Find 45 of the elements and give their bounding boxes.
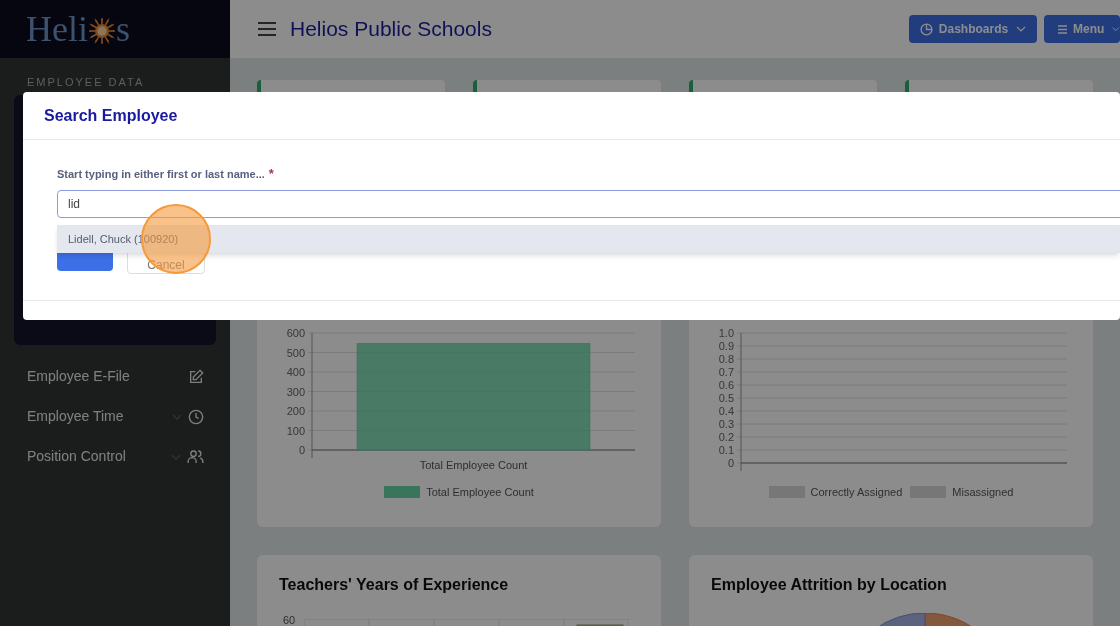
chevron-icon <box>1112 25 1120 33</box>
axis-label: 200 <box>286 405 305 417</box>
card-title: Employee Attrition by Location <box>711 575 947 595</box>
axis-label: 0.1 <box>718 444 734 456</box>
sidebar-item[interactable]: Employee E-File <box>0 356 230 397</box>
legend-label: Misassigned <box>952 485 1014 500</box>
required-mark: * <box>268 165 274 183</box>
field-label: Start typing in either first or last name... <box>57 166 265 182</box>
axis-label: 60 <box>283 613 296 626</box>
axis-label: 0.4 <box>718 405 734 417</box>
dashboards-button[interactable]: Dashboards <box>909 15 1037 43</box>
chevron-icon <box>1016 25 1027 33</box>
axis-label: 400 <box>286 366 305 378</box>
axis-label: 1.0 <box>718 327 734 339</box>
legend-label: Total Employee Count <box>426 485 534 500</box>
category-label: Total Employee Count <box>419 459 528 471</box>
axis-label: 0.2 <box>718 431 734 443</box>
menu-icon[interactable] <box>258 22 276 36</box>
modal-title: Search Employee <box>44 105 178 126</box>
menu-button[interactable]: Menu <box>1044 15 1120 43</box>
logo: Heli s <box>26 11 130 47</box>
list-icon <box>1058 23 1068 35</box>
axis-label: 300 <box>286 385 305 398</box>
axis-label: 0.6 <box>718 379 734 391</box>
axis-label: 0.3 <box>718 418 734 430</box>
axis-label: 0.5 <box>718 392 734 404</box>
clock-icon <box>188 408 204 425</box>
section-heading: EMPLOYEE DATA <box>26 75 146 90</box>
axis-label: 0.8 <box>718 353 734 365</box>
axis-label: 0.7 <box>718 366 734 378</box>
axis-label: 0.9 <box>718 340 734 352</box>
axis-label: 0 <box>727 457 734 469</box>
sidebar-item[interactable]: Employee Time <box>0 396 230 437</box>
page-title: Helios Public Schools <box>290 16 493 43</box>
axis-label: 600 <box>286 327 305 339</box>
axis-label: 500 <box>286 346 305 359</box>
people-icon <box>187 448 204 465</box>
sidebar-item[interactable]: Position Control <box>0 436 230 477</box>
axis-label: 0 <box>298 444 305 456</box>
axis-label: 100 <box>286 424 305 437</box>
card-title: Teachers' Years of Experience <box>279 575 509 595</box>
pie-icon <box>919 22 933 36</box>
legend-label: Correctly Assigned <box>810 485 903 500</box>
edit-icon <box>188 368 204 385</box>
search-field[interactable]: lid <box>57 189 1120 218</box>
